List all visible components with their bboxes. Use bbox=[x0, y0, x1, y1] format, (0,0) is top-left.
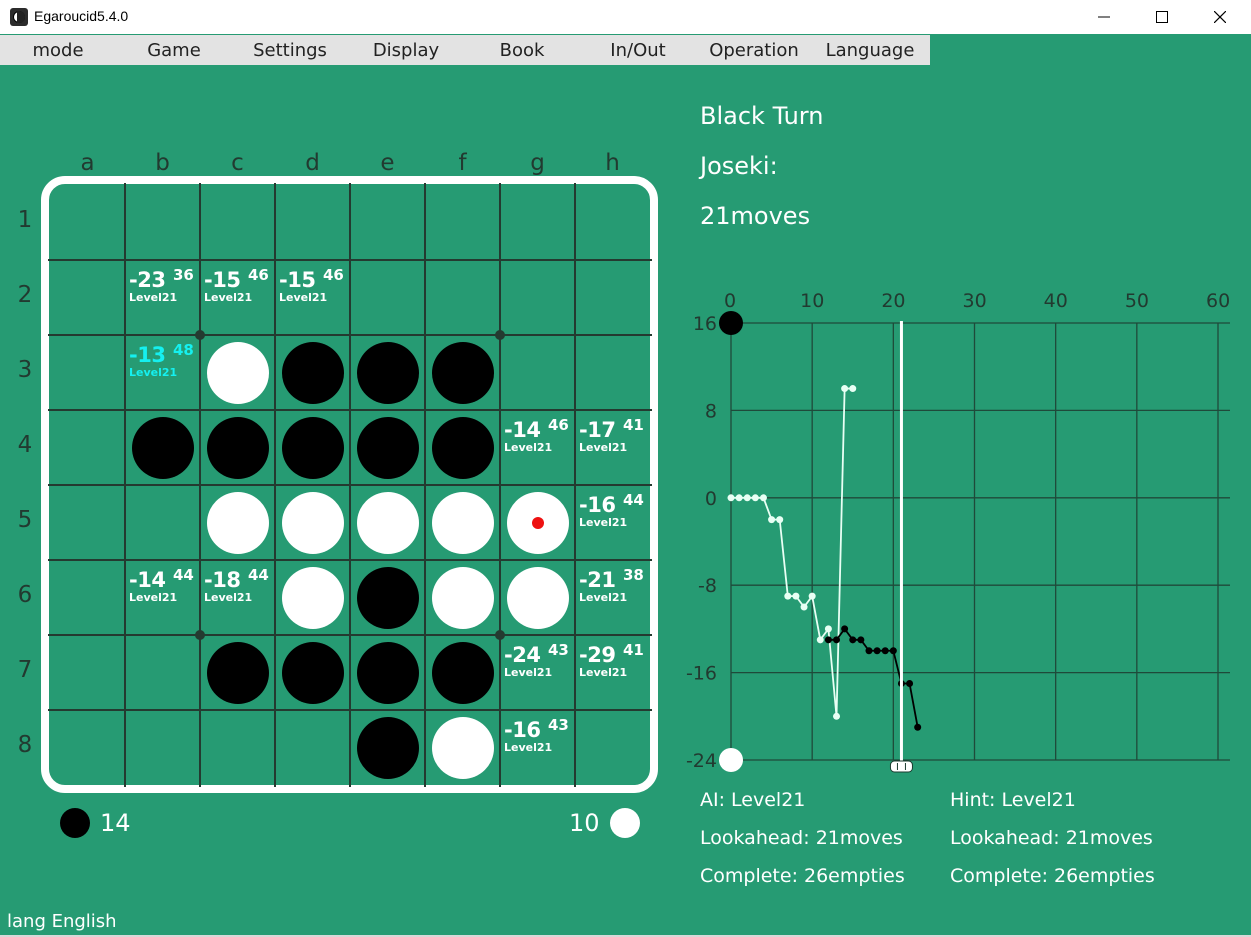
white-score: 10 bbox=[569, 809, 600, 837]
black-series-point bbox=[865, 647, 873, 655]
black-series-point bbox=[841, 625, 849, 633]
status-bar: lang English bbox=[7, 911, 117, 932]
graph-y-tick: -24 bbox=[686, 750, 717, 772]
white-series-point bbox=[808, 592, 816, 600]
black-series-point bbox=[849, 636, 857, 644]
ai-lookahead: Lookahead: 21moves bbox=[700, 827, 903, 849]
black-series-point bbox=[833, 636, 841, 644]
evaluation-graph[interactable]: 0 10 20 30 40 50 60 16 8 0 -8 -16 -24 bbox=[0, 0, 1251, 800]
black-series-point bbox=[873, 647, 881, 655]
graph-y-tick: -16 bbox=[686, 663, 717, 685]
graph-y-tick: 0 bbox=[705, 488, 717, 510]
black-series-point bbox=[906, 680, 914, 688]
graph-y-tick: 8 bbox=[705, 400, 717, 422]
graph-cursor-handle[interactable] bbox=[889, 760, 913, 773]
white-series-point bbox=[743, 494, 751, 502]
black-score: 14 bbox=[100, 809, 131, 837]
graph-x-tick: 10 bbox=[800, 290, 824, 312]
hint-lookahead: Lookahead: 21moves bbox=[950, 827, 1153, 849]
black-series-line bbox=[828, 627, 919, 728]
black-series-point bbox=[914, 723, 922, 731]
white-series-point bbox=[768, 516, 776, 524]
white-series-point bbox=[751, 494, 759, 502]
white-series-point bbox=[727, 494, 735, 502]
white-series-point bbox=[824, 625, 832, 633]
graph-y-tick: -8 bbox=[698, 575, 717, 597]
white-series-point bbox=[759, 494, 767, 502]
white-score-disc bbox=[610, 808, 640, 838]
graph-x-tick: 0 bbox=[724, 290, 736, 312]
black-score-disc bbox=[60, 808, 90, 838]
white-series-point bbox=[776, 516, 784, 524]
hint-level: Hint: Level21 bbox=[950, 789, 1076, 811]
graph-x-tick: 30 bbox=[963, 290, 987, 312]
white-series-point bbox=[833, 712, 841, 720]
black-series-point bbox=[889, 647, 897, 655]
graph-x-tick: 40 bbox=[1044, 290, 1068, 312]
black-series-point bbox=[881, 647, 889, 655]
white-series-point bbox=[792, 592, 800, 600]
graph-black-marker bbox=[719, 311, 743, 335]
black-series-point bbox=[857, 636, 865, 644]
white-series-point bbox=[735, 494, 743, 502]
white-series-point bbox=[849, 385, 857, 393]
black-series-point bbox=[824, 636, 832, 644]
white-series-point bbox=[800, 603, 808, 611]
white-series-point bbox=[784, 592, 792, 600]
ai-complete: Complete: 26empties bbox=[700, 865, 905, 887]
graph-x-tick: 20 bbox=[881, 290, 905, 312]
ai-level: AI: Level21 bbox=[700, 789, 806, 811]
graph-x-tick: 60 bbox=[1206, 290, 1230, 312]
hint-complete: Complete: 26empties bbox=[950, 865, 1155, 887]
white-series-point bbox=[816, 636, 824, 644]
graph-x-tick: 50 bbox=[1125, 290, 1149, 312]
white-series-point bbox=[841, 385, 849, 393]
graph-white-marker bbox=[719, 748, 743, 772]
white-series-line bbox=[731, 387, 853, 717]
graph-y-tick: 16 bbox=[693, 313, 717, 335]
